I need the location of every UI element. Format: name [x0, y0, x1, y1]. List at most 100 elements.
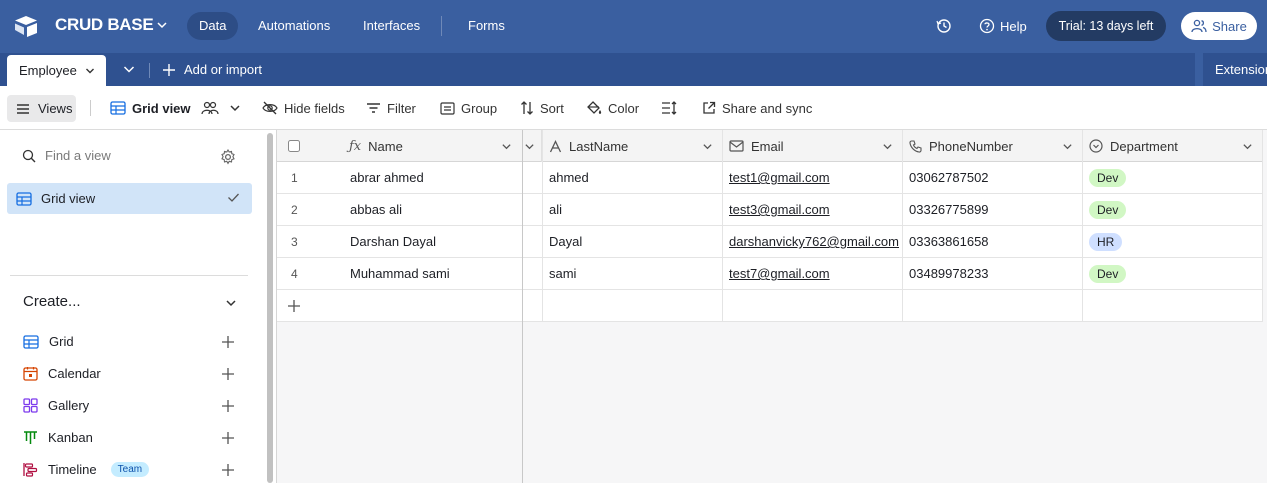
column-divider — [902, 130, 903, 322]
department-cell[interactable]: Dev — [1089, 162, 1127, 194]
column-header-phonenumber[interactable]: PhoneNumber — [909, 130, 1013, 162]
plus-icon[interactable] — [221, 431, 235, 445]
plus-icon[interactable] — [221, 463, 235, 477]
tab-employee[interactable]: Employee — [7, 55, 106, 86]
column-scroll-edge — [522, 130, 542, 162]
create-item-label: Grid — [49, 334, 74, 349]
name-cell[interactable]: abrar ahmed — [350, 162, 424, 194]
nav-automations[interactable]: Automations — [246, 12, 342, 40]
plus-icon[interactable] — [221, 367, 235, 381]
lastname-cell[interactable]: Dayal — [549, 226, 582, 258]
plus-icon[interactable] — [221, 335, 235, 349]
single-select-icon — [1089, 139, 1103, 153]
table-row[interactable]: 1 abrar ahmed ahmed test1@gmail.com 0306… — [277, 162, 1263, 194]
department-cell[interactable]: Dev — [1089, 194, 1127, 226]
sidebar-scrollbar[interactable] — [267, 133, 273, 483]
column-header-name[interactable]: ƒx Name — [349, 130, 403, 162]
create-grid-item[interactable]: Grid — [23, 334, 74, 349]
nav-divider — [441, 16, 442, 36]
nav-interfaces[interactable]: Interfaces — [351, 12, 432, 40]
share-and-sync-button[interactable]: Share and sync — [702, 86, 812, 130]
chevron-down-icon[interactable] — [1242, 130, 1253, 162]
select-all-checkbox[interactable] — [288, 130, 300, 162]
row-number: 1 — [291, 171, 298, 185]
collaborative-users-icon — [200, 101, 219, 115]
hide-fields-button[interactable]: Hide fields — [262, 86, 345, 130]
chevron-down-icon[interactable] — [225, 297, 237, 309]
color-button[interactable]: Color — [586, 86, 639, 130]
phone-cell[interactable]: 03326775899 — [909, 194, 989, 226]
create-kanban-item[interactable]: Kanban — [23, 430, 93, 445]
gear-icon[interactable] — [220, 149, 236, 165]
find-view-input[interactable]: Find a view — [22, 148, 111, 163]
department-cell[interactable]: Dev — [1089, 258, 1127, 290]
chevron-down-icon[interactable] — [882, 130, 893, 162]
frozen-column-edge[interactable] — [522, 130, 523, 483]
column-header-department[interactable]: Department — [1089, 130, 1178, 162]
group-icon — [440, 101, 455, 115]
create-timeline-item[interactable]: Timeline Team — [23, 462, 150, 477]
nav-data[interactable]: Data — [187, 12, 239, 40]
view-switcher[interactable]: Grid view — [110, 86, 241, 130]
group-button[interactable]: Group — [440, 86, 497, 130]
table-row[interactable]: 2 abbas ali ali test3@gmail.com 03326775… — [277, 194, 1263, 226]
column-label: PhoneNumber — [929, 138, 1013, 154]
view-name: Grid view — [132, 100, 191, 116]
phone-cell[interactable]: 03363861658 — [909, 226, 989, 258]
grid-icon — [23, 334, 39, 349]
column-header-email[interactable]: Email — [729, 130, 784, 162]
checkmark-icon — [227, 192, 240, 203]
phone-cell[interactable]: 03062787502 — [909, 162, 989, 194]
plus-icon[interactable] — [221, 399, 235, 413]
lastname-cell[interactable]: sami — [549, 258, 576, 290]
sidebar-item-grid-view[interactable]: Grid view — [7, 183, 252, 214]
share-button[interactable]: Share — [1181, 12, 1257, 40]
lastname-cell[interactable]: ali — [549, 194, 562, 226]
nav-forms[interactable]: Forms — [456, 12, 517, 40]
create-section-title[interactable]: Create... — [23, 293, 81, 310]
name-cell[interactable]: Darshan Dayal — [350, 226, 436, 258]
email-cell[interactable]: test3@gmail.com — [729, 194, 830, 226]
chevron-down-icon[interactable] — [501, 130, 512, 162]
filter-button[interactable]: Filter — [366, 86, 416, 130]
grid-icon — [16, 191, 32, 206]
chevron-down-icon[interactable] — [156, 19, 168, 31]
history-icon[interactable] — [936, 18, 952, 34]
chevron-down-icon[interactable] — [1062, 130, 1073, 162]
create-calendar-item[interactable]: Calendar — [23, 366, 101, 381]
base-name[interactable]: CRUD BASE — [55, 15, 154, 35]
email-cell[interactable]: test1@gmail.com — [729, 162, 830, 194]
chevron-down-icon[interactable] — [85, 66, 95, 76]
views-toggle-button[interactable]: Views — [7, 95, 76, 122]
phone-cell[interactable]: 03489978233 — [909, 258, 989, 290]
chevron-down-icon[interactable] — [702, 130, 713, 162]
create-gallery-item[interactable]: Gallery — [23, 398, 89, 413]
extensions-button[interactable]: Extension — [1203, 53, 1267, 86]
top-bar: CRUD BASE Data Automations Interfaces Fo… — [0, 0, 1267, 53]
airtable-logo-icon[interactable] — [14, 15, 38, 37]
row-height-icon[interactable] — [661, 86, 677, 130]
all-tables-chevron-icon[interactable] — [122, 62, 136, 76]
column-label: Name — [368, 138, 403, 154]
add-or-import-button[interactable]: Add or import — [162, 62, 262, 77]
name-cell[interactable]: abbas ali — [350, 194, 402, 226]
trial-badge[interactable]: Trial: 13 days left — [1046, 11, 1166, 41]
department-cell[interactable]: HR — [1089, 226, 1123, 258]
sort-label: Sort — [540, 100, 564, 116]
add-row[interactable] — [277, 290, 1263, 322]
lastname-cell[interactable]: ahmed — [549, 162, 589, 194]
help-button[interactable]: Help — [979, 18, 1027, 34]
name-cell[interactable]: Muhammad sami — [350, 258, 450, 290]
email-cell[interactable]: darshanvicky762@gmail.com — [729, 226, 899, 258]
external-link-icon — [702, 101, 716, 115]
sort-button[interactable]: Sort — [520, 86, 564, 130]
plus-icon[interactable] — [287, 290, 301, 322]
email-cell[interactable]: test7@gmail.com — [729, 258, 830, 290]
department-pill: HR — [1089, 233, 1123, 251]
column-divider — [722, 130, 723, 322]
share-sync-label: Share and sync — [722, 100, 813, 116]
table-row[interactable]: 4 Muhammad sami sami test7@gmail.com 034… — [277, 258, 1263, 290]
column-header-lastname[interactable]: LastName — [549, 130, 628, 162]
toolbar-divider — [90, 100, 91, 116]
table-row[interactable]: 3 Darshan Dayal Dayal darshanvicky762@gm… — [277, 226, 1263, 258]
